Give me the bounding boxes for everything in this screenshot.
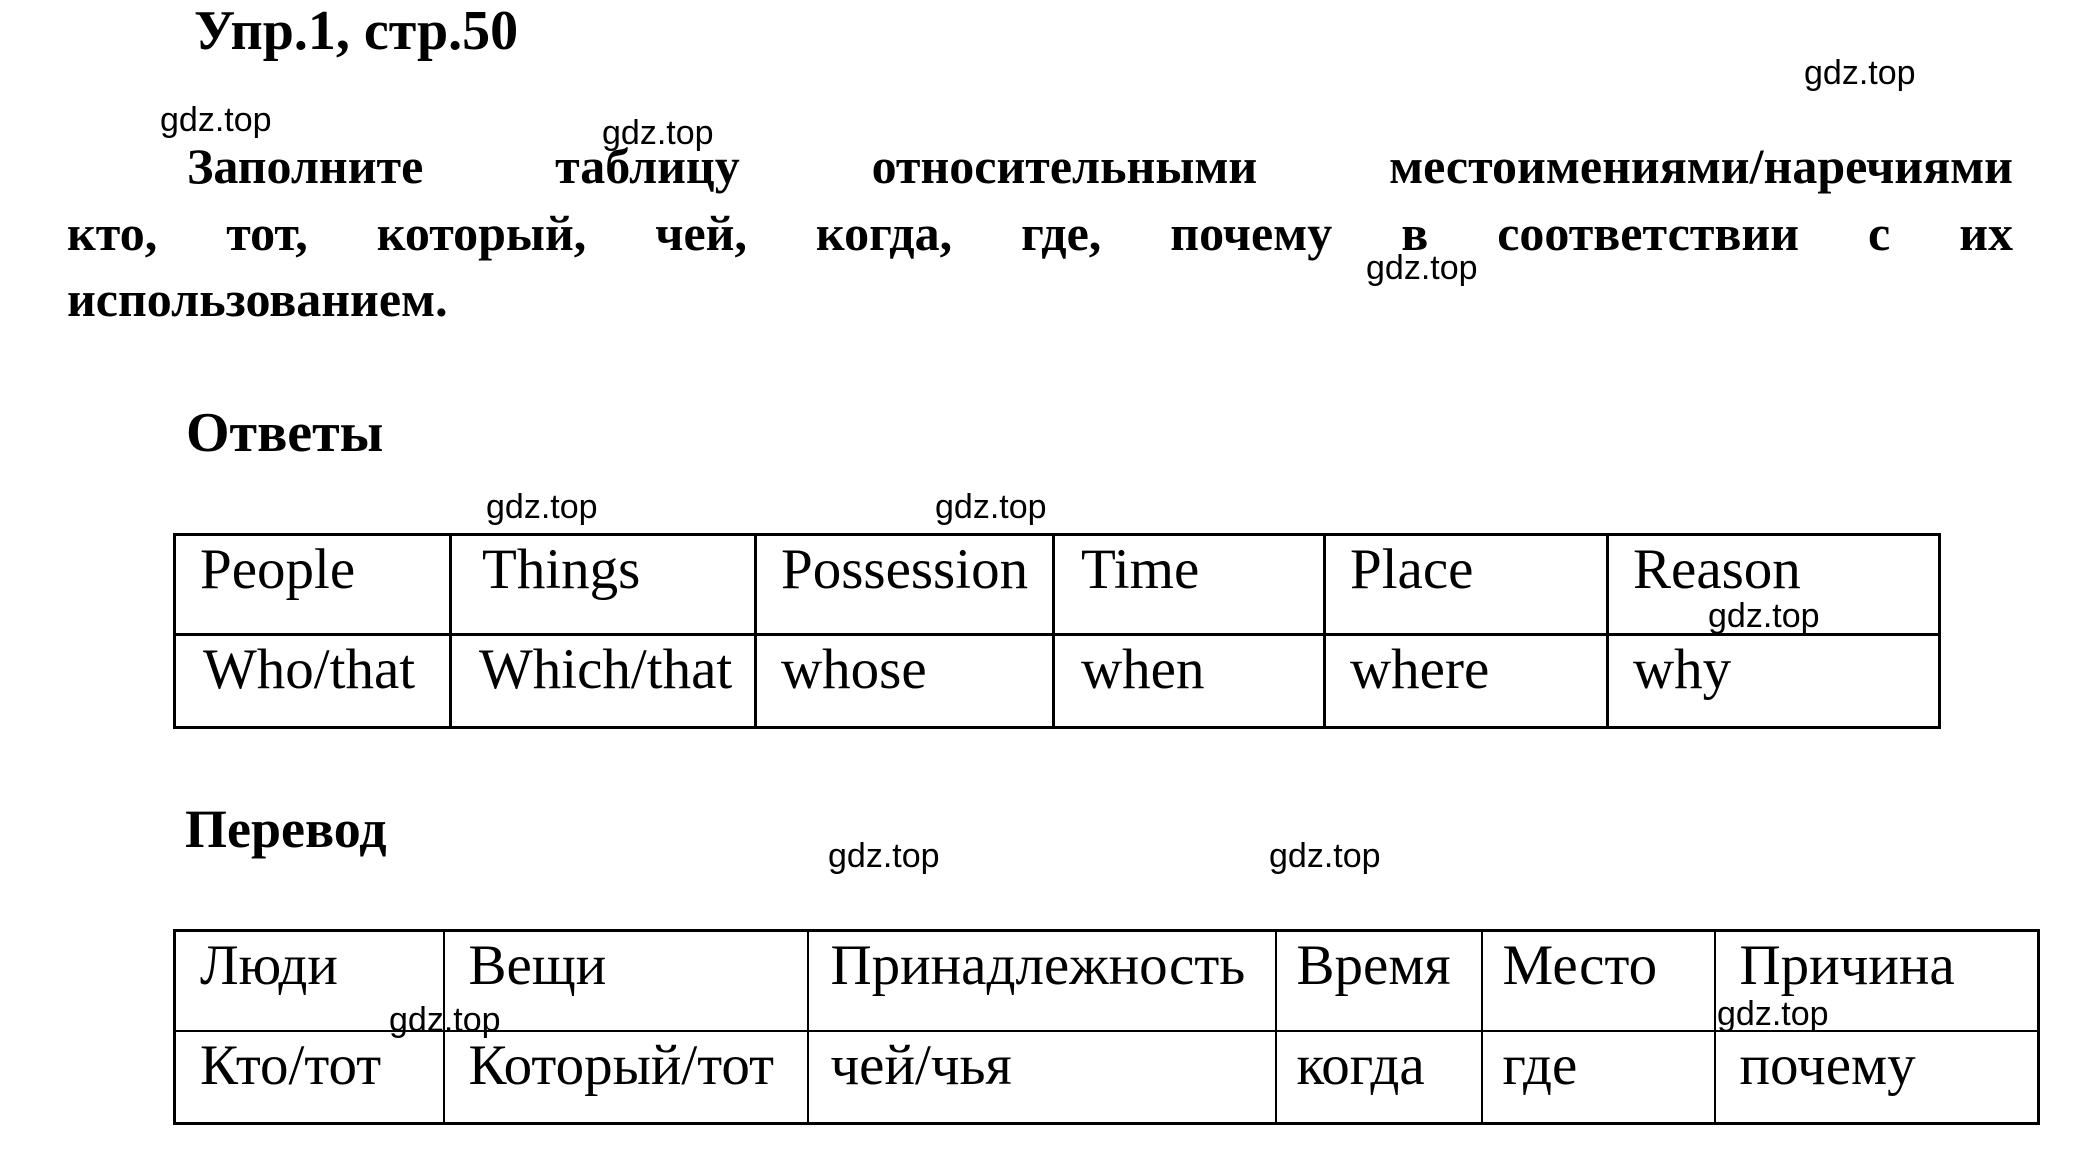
watermark: gdz.top	[1804, 54, 1916, 92]
cell-who-that: Who/that	[173, 633, 452, 729]
table-row: Who/that Which/that whose when where why	[173, 633, 1941, 729]
watermark: gdz.top	[389, 1001, 501, 1039]
watermark: gdz.top	[1717, 995, 1829, 1033]
cell-why: why	[1606, 633, 1941, 729]
table-header-row: People Things Possession Time Place Reas…	[173, 533, 1941, 636]
header-cell-people: People	[173, 533, 452, 636]
table-row: Кто/тот Который/тот чей/чья когда где по…	[173, 1029, 2040, 1125]
watermark: gdz.top	[160, 101, 272, 139]
cell-chei-chya: чей/чья	[806, 1029, 1277, 1125]
watermark: gdz.top	[828, 837, 940, 875]
cell-kto-tot: Кто/тот	[173, 1029, 445, 1125]
instruction-line-2: кто, тот, который, чей, когда, где, поче…	[67, 205, 2013, 261]
watermark: gdz.top	[1269, 837, 1381, 875]
cell-where: where	[1323, 633, 1609, 729]
watermark: gdz.top	[935, 488, 1047, 526]
header-cell-things: Things	[449, 533, 757, 636]
cell-pochemu: почему	[1713, 1029, 2040, 1125]
watermark: gdz.top	[1366, 249, 1478, 287]
watermark: gdz.top	[486, 488, 598, 526]
cell-gde: где	[1480, 1029, 1716, 1125]
cell-kotoryi-tot: Который/тот	[442, 1029, 809, 1125]
watermark: gdz.top	[1708, 597, 1820, 635]
cell-kogda: когда	[1274, 1029, 1483, 1125]
cell-which-that: Which/that	[449, 633, 757, 729]
translation-heading: Перевод	[185, 799, 387, 859]
header-cell-place: Place	[1323, 533, 1609, 636]
header-cell-time: Time	[1052, 533, 1326, 636]
instruction-line-3: использованием.	[67, 271, 448, 327]
cell-whose: whose	[754, 633, 1055, 729]
answers-heading: Ответы	[186, 402, 384, 464]
cell-when: when	[1052, 633, 1326, 729]
instruction-line-1: Заполните таблицу относительными местоим…	[187, 138, 2013, 194]
header-cell-vremya: Время	[1274, 929, 1483, 1032]
header-cell-prinadlezhnost: Принадлежность	[806, 929, 1277, 1032]
header-cell-possession: Possession	[754, 533, 1055, 636]
header-cell-mesto: Место	[1480, 929, 1716, 1032]
page-title: Упр.1, стр.50	[194, 0, 519, 62]
answers-table: People Things Possession Time Place Reas…	[173, 533, 1941, 729]
watermark: gdz.top	[602, 114, 714, 152]
